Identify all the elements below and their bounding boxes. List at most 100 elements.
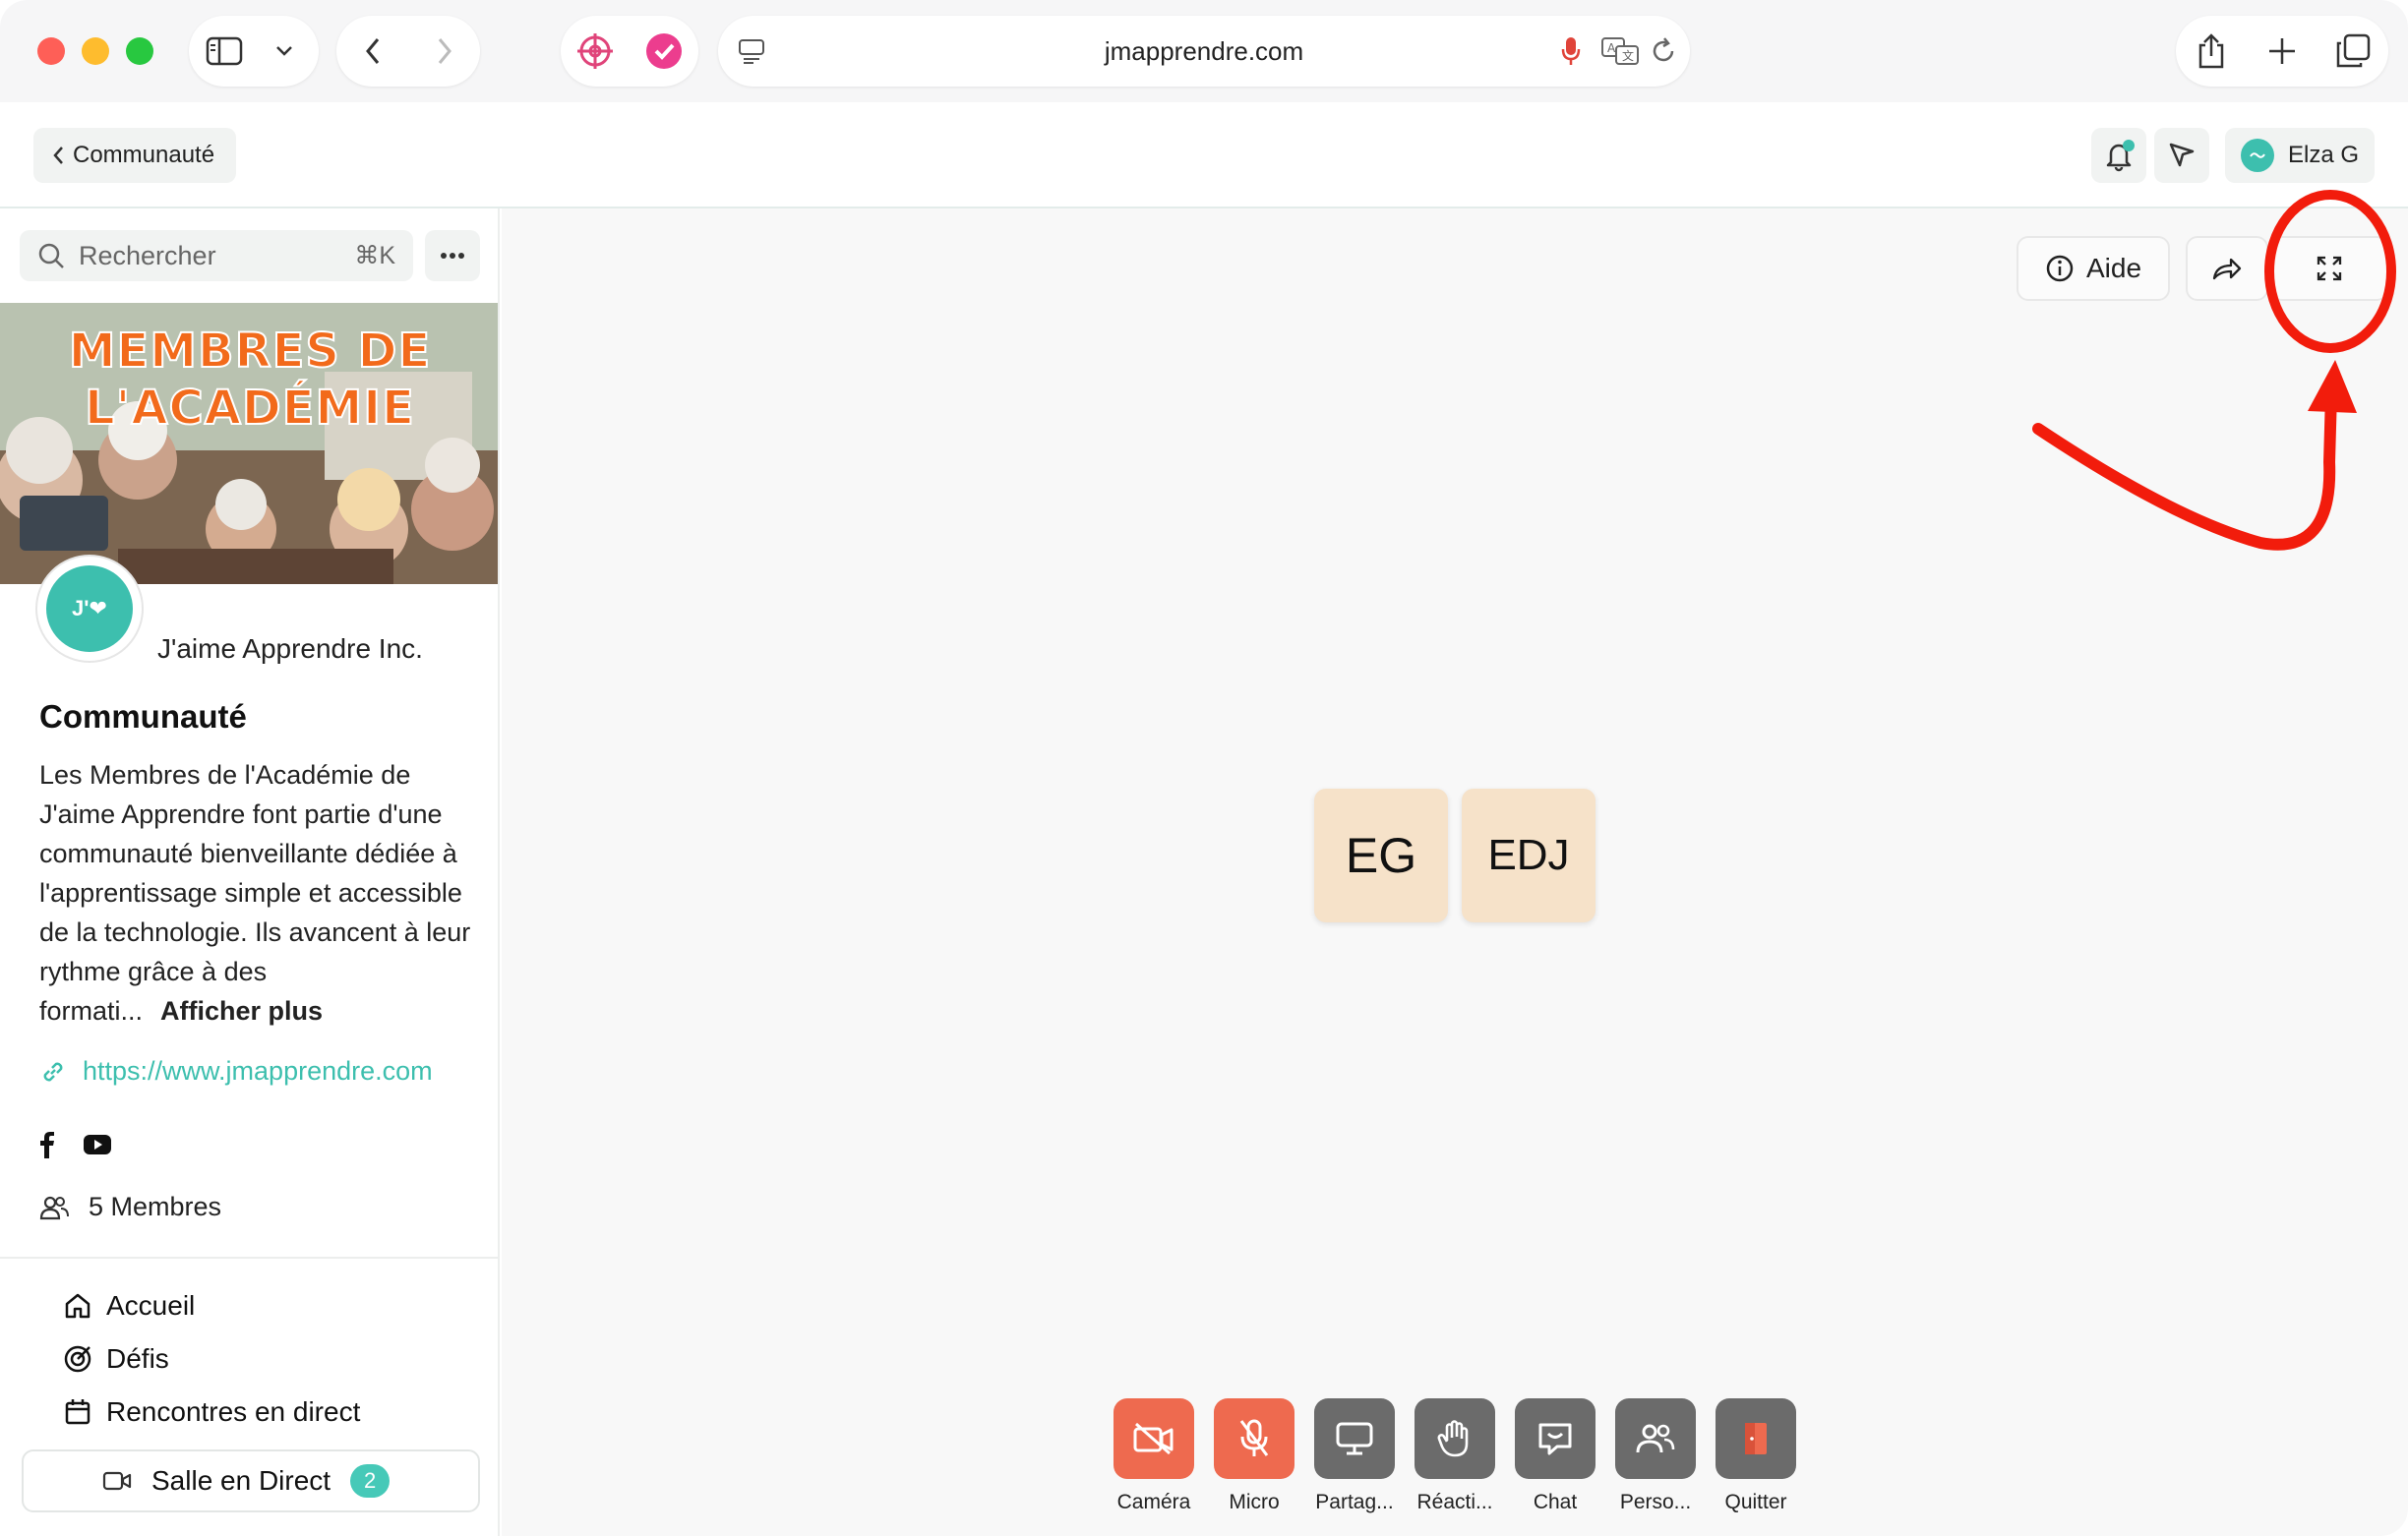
link-icon bbox=[43, 1062, 63, 1081]
mic-button[interactable] bbox=[1214, 1398, 1294, 1479]
chat-icon bbox=[1538, 1423, 1572, 1455]
svg-text:文: 文 bbox=[1622, 48, 1634, 63]
facebook-icon[interactable] bbox=[39, 1131, 55, 1158]
svg-text:A: A bbox=[1607, 41, 1616, 55]
community-sidebar: Rechercher ⌘K MEMBRES DE L'ACADÉMIE J'❤ … bbox=[0, 208, 500, 1536]
nav-label-rencontres: Rencontres en direct bbox=[106, 1396, 361, 1427]
reload-icon[interactable] bbox=[1647, 33, 1680, 69]
search-icon bbox=[38, 243, 64, 268]
history-nav-group bbox=[336, 16, 480, 87]
help-label: Aide bbox=[2085, 253, 2142, 283]
chat-button[interactable] bbox=[1515, 1398, 1595, 1479]
avatar-logo: J'❤ bbox=[46, 565, 133, 652]
help-button[interactable]: Aide bbox=[2017, 236, 2170, 301]
microphone-icon[interactable] bbox=[1556, 33, 1586, 69]
banner-title-line1: MEMBRES DE bbox=[68, 323, 432, 380]
checkmark-extension-icon[interactable] bbox=[630, 16, 698, 87]
participant-tile[interactable]: EDJ bbox=[1462, 789, 1595, 922]
community-title: Communauté bbox=[39, 698, 247, 735]
sidebar-toggle-group bbox=[189, 16, 319, 87]
hand-icon bbox=[1437, 1420, 1469, 1457]
people-icon bbox=[1636, 1424, 1675, 1453]
close-window-button[interactable] bbox=[37, 37, 65, 65]
tab-overview-icon[interactable] bbox=[2318, 16, 2388, 87]
sidebar-divider bbox=[0, 1257, 498, 1259]
participants-control[interactable]: Perso... bbox=[1615, 1398, 1696, 1514]
screen-share-icon bbox=[1336, 1422, 1373, 1455]
website-link[interactable]: https://www.jmapprendre.com bbox=[83, 1056, 433, 1087]
search-shortcut: ⌘K bbox=[354, 242, 395, 269]
window-actions-group bbox=[2176, 16, 2388, 87]
extensions-group bbox=[561, 16, 698, 87]
nav-label-defis: Défis bbox=[106, 1343, 169, 1374]
live-room-button[interactable]: Salle en Direct 2 bbox=[22, 1449, 480, 1512]
chevron-down-icon[interactable] bbox=[260, 16, 309, 87]
forward-arrow-icon[interactable] bbox=[408, 16, 480, 87]
bell-icon bbox=[2106, 140, 2135, 172]
website-link-row[interactable]: https://www.jmapprendre.com bbox=[39, 1056, 472, 1087]
leave-control[interactable]: Quitter bbox=[1716, 1398, 1796, 1514]
home-icon bbox=[65, 1293, 90, 1319]
more-options-button[interactable] bbox=[425, 230, 480, 281]
show-more-link[interactable]: Afficher plus bbox=[160, 996, 323, 1026]
camera-label: Caméra bbox=[1116, 1491, 1191, 1513]
nav-label-accueil: Accueil bbox=[106, 1290, 196, 1321]
back-arrow-icon[interactable] bbox=[336, 16, 408, 87]
members-count-row[interactable]: 5 Membres bbox=[39, 1192, 221, 1222]
url-text: jmapprendre.com bbox=[1104, 36, 1304, 66]
camera-button[interactable] bbox=[1114, 1398, 1194, 1479]
participants-button[interactable] bbox=[1615, 1398, 1696, 1479]
info-icon bbox=[2046, 255, 2074, 282]
share-icon[interactable] bbox=[2176, 16, 2247, 87]
share-meeting-button[interactable] bbox=[2186, 236, 2268, 301]
nav-item-accueil[interactable]: Accueil bbox=[63, 1290, 195, 1322]
mic-off-icon bbox=[1239, 1419, 1269, 1456]
banner-title-line2: L'ACADÉMIE bbox=[84, 380, 415, 437]
app-header: Communauté Elza G bbox=[0, 102, 2408, 208]
notifications-button[interactable] bbox=[2091, 128, 2146, 183]
screen-share-label: Partag... bbox=[1315, 1491, 1394, 1513]
meeting-area: Aide EG EDJ Caméra Micro Partag... Réact… bbox=[502, 208, 2408, 1536]
minimize-window-button[interactable] bbox=[82, 37, 109, 65]
zoom-window-button[interactable] bbox=[126, 37, 153, 65]
user-menu-button[interactable]: Elza G bbox=[2225, 128, 2375, 183]
leave-button[interactable] bbox=[1716, 1398, 1796, 1479]
address-bar[interactable]: jmapprendre.com A文 bbox=[718, 16, 1690, 87]
target-icon bbox=[64, 1345, 91, 1373]
youtube-icon[interactable] bbox=[83, 1134, 112, 1155]
new-tab-icon[interactable] bbox=[2247, 16, 2318, 87]
user-name: Elza G bbox=[2288, 142, 2360, 168]
send-button[interactable] bbox=[2154, 128, 2209, 183]
banner-title: MEMBRES DE L'ACADÉMIE bbox=[0, 323, 498, 437]
reactions-button[interactable] bbox=[1415, 1398, 1495, 1479]
screen-share-button[interactable] bbox=[1314, 1398, 1395, 1479]
live-room-count-badge: 2 bbox=[350, 1464, 391, 1498]
translate-icon[interactable]: A文 bbox=[1599, 33, 1641, 69]
nav-item-rencontres[interactable]: Rencontres en direct bbox=[63, 1396, 360, 1428]
mic-label: Micro bbox=[1229, 1491, 1280, 1513]
tracker-extension-icon[interactable] bbox=[561, 16, 630, 87]
sidebar-icon[interactable] bbox=[189, 16, 260, 87]
search-placeholder: Rechercher bbox=[79, 240, 216, 270]
screen-share-control[interactable]: Partag... bbox=[1314, 1398, 1395, 1514]
participants-label: Perso... bbox=[1619, 1491, 1692, 1513]
camera-control[interactable]: Caméra bbox=[1114, 1398, 1194, 1514]
nav-item-defis[interactable]: Défis bbox=[63, 1343, 169, 1375]
back-button-label: Communauté bbox=[73, 142, 215, 168]
mic-control[interactable]: Micro bbox=[1214, 1398, 1294, 1514]
chat-control[interactable]: Chat bbox=[1515, 1398, 1595, 1514]
cursor-arrow-icon bbox=[2169, 143, 2195, 167]
search-input[interactable]: Rechercher ⌘K bbox=[20, 230, 413, 281]
reactions-control[interactable]: Réacti... bbox=[1415, 1398, 1495, 1514]
chat-label: Chat bbox=[1533, 1491, 1578, 1513]
community-description: Les Membres de l'Académie de J'aime Appr… bbox=[39, 755, 472, 1031]
back-to-community-button[interactable]: Communauté bbox=[33, 128, 237, 183]
app-window: jmapprendre.com A文 Communauté Elza G Rec… bbox=[0, 0, 2408, 1536]
calendar-icon bbox=[65, 1399, 90, 1425]
fullscreen-button[interactable] bbox=[2270, 236, 2388, 301]
participant-tile[interactable]: EG bbox=[1314, 789, 1448, 922]
video-icon bbox=[102, 1471, 132, 1491]
members-icon bbox=[39, 1196, 69, 1219]
organization-name: J'aime Apprendre Inc. bbox=[157, 633, 423, 664]
members-count: 5 Membres bbox=[89, 1192, 222, 1221]
